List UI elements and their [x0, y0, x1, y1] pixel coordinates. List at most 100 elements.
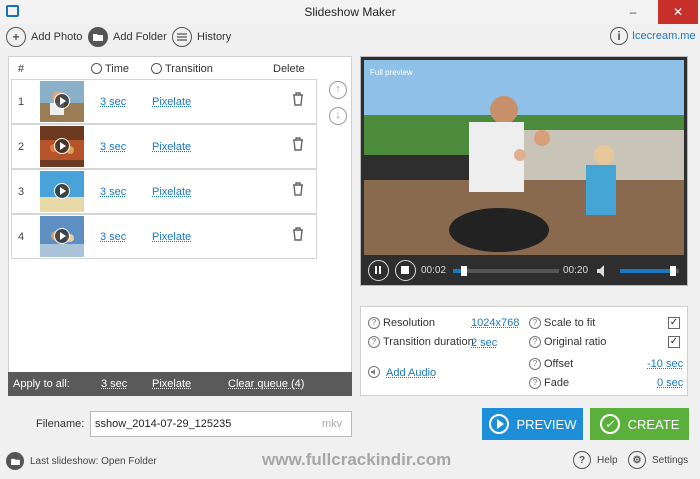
- slide-queue: # Time Transition Delete 1 3 sec Pixelat…: [8, 56, 352, 396]
- add-photo-button[interactable]: + Add Photo: [6, 26, 82, 48]
- help-icon: ?: [573, 451, 591, 469]
- list-icon: [172, 27, 192, 47]
- scale-to-fit-checkbox[interactable]: ✓: [668, 317, 680, 329]
- play-icon: [54, 183, 70, 199]
- preview-image: Full preview: [364, 60, 684, 255]
- preview-button[interactable]: PREVIEW: [482, 408, 583, 440]
- settings-label: Settings: [652, 454, 689, 466]
- stop-icon: [401, 266, 409, 274]
- help-icon[interactable]: ?: [529, 358, 541, 370]
- history-button[interactable]: History: [172, 26, 231, 48]
- slide-thumbnail[interactable]: [40, 171, 84, 212]
- play-icon: [54, 228, 70, 244]
- folder-icon: [6, 452, 24, 470]
- gear-icon: ⚙: [628, 451, 646, 469]
- volume-level: [620, 269, 674, 273]
- trash-icon[interactable]: [292, 227, 304, 241]
- row-transition-link[interactable]: Pixelate: [152, 96, 191, 108]
- row-time-link[interactable]: 3 sec: [100, 96, 126, 108]
- add-folder-label: Add Folder: [113, 31, 167, 43]
- header-transition: Transition: [151, 63, 213, 75]
- original-ratio-label: Original ratio: [544, 336, 607, 348]
- brand-link[interactable]: i Icecream.me: [610, 27, 696, 45]
- volume-icon[interactable]: [596, 264, 612, 278]
- filename-input[interactable]: [90, 411, 352, 437]
- queue-row[interactable]: 4 3 sec Pixelate: [11, 214, 317, 259]
- watermark-text: www.fullcrackindir.com: [262, 450, 452, 469]
- help-button[interactable]: ? Help: [573, 451, 618, 469]
- row-time-link[interactable]: 3 sec: [100, 186, 126, 198]
- pause-icon: [375, 266, 377, 274]
- create-button[interactable]: ✓ CREATE: [590, 408, 689, 440]
- slide-thumbnail[interactable]: [40, 216, 84, 257]
- plus-icon: +: [6, 27, 26, 47]
- trash-icon[interactable]: [292, 92, 304, 106]
- offset-label: Offset: [544, 358, 574, 370]
- seek-handle[interactable]: [460, 266, 467, 276]
- queue-row[interactable]: 3 3 sec Pixelate: [11, 169, 317, 214]
- folder-icon: [88, 27, 108, 47]
- output-settings: ? Resolution 1024x768 ? Transition durat…: [360, 306, 688, 396]
- add-audio-link[interactable]: Add Audio: [386, 367, 436, 379]
- row-transition-link[interactable]: Pixelate: [152, 141, 191, 153]
- row-time-link[interactable]: 3 sec: [100, 231, 126, 243]
- help-icon[interactable]: ?: [368, 336, 380, 348]
- add-photo-label: Add Photo: [31, 31, 83, 43]
- seek-track[interactable]: [453, 269, 559, 273]
- slide-thumbnail[interactable]: [40, 81, 84, 122]
- slide-thumbnail[interactable]: [40, 126, 84, 167]
- clear-queue-link[interactable]: Clear queue (4): [228, 378, 304, 390]
- filename-label: Filename:: [36, 418, 85, 430]
- resolution-label: Resolution: [383, 317, 435, 329]
- help-label: Help: [597, 454, 618, 466]
- queue-row[interactable]: 2 3 sec Pixelate: [11, 124, 317, 169]
- trash-icon[interactable]: [292, 137, 304, 151]
- help-icon[interactable]: ?: [529, 317, 541, 329]
- resolution-link[interactable]: 1024x768: [471, 317, 519, 329]
- last-slideshow-link[interactable]: Last slideshow: Open Folder: [6, 452, 157, 470]
- help-icon[interactable]: ?: [529, 377, 541, 389]
- settings-button[interactable]: ⚙ Settings: [628, 451, 688, 469]
- title-bar: Slideshow Maker ‒ ✕: [0, 0, 700, 24]
- volume-handle[interactable]: [670, 266, 677, 276]
- queue-row[interactable]: 1 3 sec Pixelate: [11, 79, 317, 124]
- window-title: Slideshow Maker: [304, 5, 396, 19]
- row-num: 1: [18, 96, 25, 108]
- apply-all-transition-link[interactable]: Pixelate: [152, 378, 191, 390]
- current-time: 00:02: [421, 265, 447, 276]
- clock-icon: [91, 63, 102, 74]
- row-num: 2: [18, 141, 25, 153]
- preview-button-label: PREVIEW: [516, 416, 577, 432]
- row-transition-link[interactable]: Pixelate: [152, 186, 191, 198]
- row-num: 3: [18, 186, 25, 198]
- close-button[interactable]: ✕: [658, 0, 698, 24]
- stop-button[interactable]: [395, 260, 416, 281]
- original-ratio-checkbox[interactable]: ✓: [668, 336, 680, 348]
- transition-duration-link[interactable]: 2 sec: [471, 337, 497, 349]
- header-time: Time: [91, 63, 129, 75]
- playback-controls: 00:02 00:20: [361, 257, 687, 285]
- move-down-button[interactable]: ↓: [329, 107, 347, 125]
- check-icon: ✓: [599, 414, 620, 434]
- help-icon[interactable]: ?: [368, 317, 380, 329]
- add-folder-button[interactable]: Add Folder: [88, 26, 167, 48]
- speaker-icon: [368, 366, 380, 378]
- row-transition-link[interactable]: Pixelate: [152, 231, 191, 243]
- create-button-label: CREATE: [627, 416, 680, 432]
- help-icon[interactable]: ?: [529, 336, 541, 348]
- play-icon: [54, 138, 70, 154]
- scale-to-fit-label: Scale to fit: [544, 317, 596, 329]
- trash-icon[interactable]: [292, 182, 304, 196]
- move-up-button[interactable]: ↑: [329, 81, 347, 99]
- preview-panel: Full preview 00:02 00:20: [360, 56, 688, 286]
- offset-link[interactable]: -10 sec: [647, 358, 683, 370]
- row-num: 4: [18, 231, 25, 243]
- apply-all-label: Apply to all:: [13, 378, 70, 390]
- history-label: History: [197, 31, 232, 43]
- fade-link[interactable]: 0 sec: [657, 377, 683, 389]
- transition-icon: [151, 63, 162, 74]
- minimize-button[interactable]: ‒: [620, 0, 646, 24]
- row-time-link[interactable]: 3 sec: [100, 141, 126, 153]
- pause-button[interactable]: [368, 260, 389, 281]
- apply-all-time-link[interactable]: 3 sec: [101, 378, 127, 390]
